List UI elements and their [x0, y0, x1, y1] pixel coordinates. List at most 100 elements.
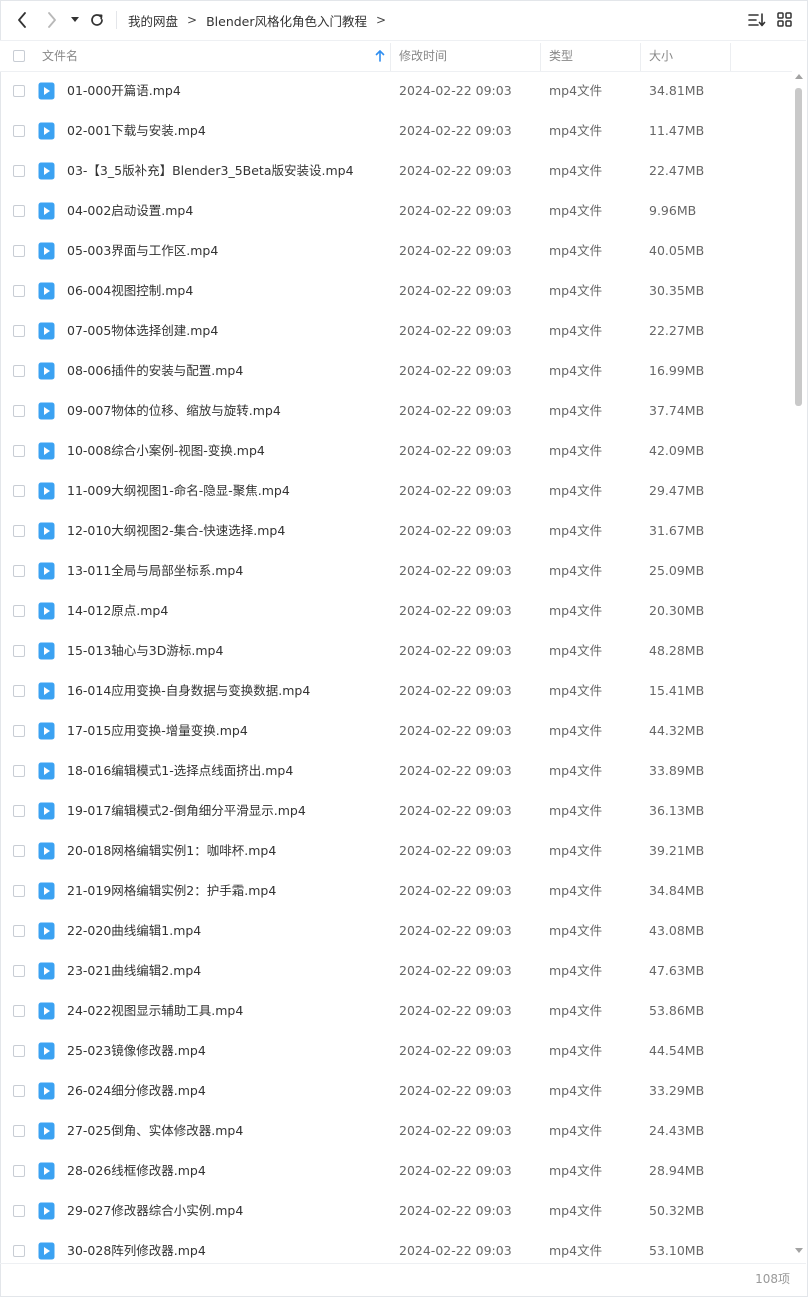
row-checkbox[interactable]	[13, 1205, 25, 1217]
column-divider[interactable]	[640, 43, 641, 71]
row-checkbox[interactable]	[13, 1125, 25, 1137]
file-row[interactable]: 28-026线框修改器.mp4 2024-02-22 09:03 mp4文件 28.9…	[0, 1151, 792, 1191]
file-row[interactable]: 06-004视图控制.mp4 2024-02-22 09:03 mp4文件 30.35…	[0, 271, 792, 311]
file-row[interactable]: 16-014应用变换-自身数据与变换数据.mp4 2024-02-22 09:03…	[0, 671, 792, 711]
row-checkbox[interactable]	[13, 1085, 25, 1097]
file-name[interactable]: 24-022视图显示辅助工具.mp4	[67, 991, 243, 1031]
scroll-up-arrow-icon[interactable]	[795, 74, 803, 80]
scrollbar-thumb[interactable]	[795, 88, 802, 406]
column-type[interactable]: 类型	[549, 41, 639, 71]
file-row[interactable]: 14-012原点.mp4 2024-02-22 09:03 mp4文件 20.30MB	[0, 591, 792, 631]
file-name[interactable]: 25-023镜像修改器.mp4	[67, 1031, 206, 1071]
breadcrumb-separator[interactable]: >	[376, 13, 386, 27]
sort-ascending-icon[interactable]	[375, 50, 385, 62]
row-checkbox[interactable]	[13, 725, 25, 737]
row-checkbox[interactable]	[13, 845, 25, 857]
grid-view-button[interactable]	[777, 12, 793, 30]
scroll-down-arrow-icon[interactable]	[795, 1248, 803, 1254]
file-name[interactable]: 13-011全局与局部坐标系.mp4	[67, 551, 243, 591]
file-name[interactable]: 28-026线框修改器.mp4	[67, 1151, 206, 1191]
file-row[interactable]: 10-008综合小案例-视图-变换.mp4 2024-02-22 09:03 mp4…	[0, 431, 792, 471]
column-divider[interactable]	[540, 43, 541, 71]
row-checkbox[interactable]	[13, 85, 25, 97]
row-checkbox[interactable]	[13, 485, 25, 497]
file-row[interactable]: 13-011全局与局部坐标系.mp4 2024-02-22 09:03 mp4文件 2…	[0, 551, 792, 591]
file-name[interactable]: 16-014应用变换-自身数据与变换数据.mp4	[67, 671, 310, 711]
file-name[interactable]: 10-008综合小案例-视图-变换.mp4	[67, 431, 265, 471]
file-name[interactable]: 21-019网格编辑实例2：护手霜.mp4	[67, 871, 276, 911]
file-row[interactable]: 21-019网格编辑实例2：护手霜.mp4 2024-02-22 09:03 mp4…	[0, 871, 792, 911]
row-checkbox[interactable]	[13, 165, 25, 177]
file-name[interactable]: 12-010大纲视图2-集合-快速选择.mp4	[67, 511, 285, 551]
file-row[interactable]: 24-022视图显示辅助工具.mp4 2024-02-22 09:03 mp4文件 5…	[0, 991, 792, 1031]
file-row[interactable]: 23-021曲线编辑2.mp4 2024-02-22 09:03 mp4文件 47.6…	[0, 951, 792, 991]
file-name[interactable]: 19-017编辑模式2-倒角细分平滑显示.mp4	[67, 791, 306, 831]
row-checkbox[interactable]	[13, 245, 25, 257]
row-checkbox[interactable]	[13, 1165, 25, 1177]
file-row[interactable]: 03-【3_5版补充】Blender3_5Beta版安装设.mp4 2024-02…	[0, 151, 792, 191]
row-checkbox[interactable]	[13, 805, 25, 817]
sort-options-button[interactable]	[748, 12, 766, 30]
column-divider[interactable]	[390, 43, 391, 71]
row-checkbox[interactable]	[13, 925, 25, 937]
file-row[interactable]: 27-025倒角、实体修改器.mp4 2024-02-22 09:03 mp4文件 2…	[0, 1111, 792, 1151]
file-row[interactable]: 05-003界面与工作区.mp4 2024-02-22 09:03 mp4文件 40.…	[0, 231, 792, 271]
file-name[interactable]: 09-007物体的位移、缩放与旋转.mp4	[67, 391, 281, 431]
column-modified[interactable]: 修改时间	[399, 41, 539, 71]
file-name[interactable]: 01-000开篇语.mp4	[67, 71, 181, 111]
row-checkbox[interactable]	[13, 885, 25, 897]
row-checkbox[interactable]	[13, 445, 25, 457]
row-checkbox[interactable]	[13, 365, 25, 377]
file-name[interactable]: 11-009大纲视图1-命名-隐显-聚焦.mp4	[67, 471, 290, 511]
refresh-button[interactable]	[88, 10, 106, 30]
row-checkbox[interactable]	[13, 565, 25, 577]
file-name[interactable]: 02-001下载与安装.mp4	[67, 111, 206, 151]
file-row[interactable]: 12-010大纲视图2-集合-快速选择.mp4 2024-02-22 09:03 m…	[0, 511, 792, 551]
file-row[interactable]: 09-007物体的位移、缩放与旋转.mp4 2024-02-22 09:03 mp4…	[0, 391, 792, 431]
breadcrumb-root[interactable]: 我的网盘	[128, 11, 178, 30]
file-row[interactable]: 15-013轴心与3D游标.mp4 2024-02-22 09:03 mp4文件 48…	[0, 631, 792, 671]
row-checkbox[interactable]	[13, 965, 25, 977]
forward-button[interactable]	[44, 10, 60, 30]
row-checkbox[interactable]	[13, 685, 25, 697]
row-checkbox[interactable]	[13, 1045, 25, 1057]
column-size[interactable]: 大小	[649, 41, 729, 71]
file-name[interactable]: 22-020曲线编辑1.mp4	[67, 911, 201, 951]
select-all-checkbox[interactable]	[13, 50, 25, 62]
column-divider[interactable]	[730, 43, 731, 71]
file-row[interactable]: 25-023镜像修改器.mp4 2024-02-22 09:03 mp4文件 44.5…	[0, 1031, 792, 1071]
row-checkbox[interactable]	[13, 645, 25, 657]
file-name[interactable]: 06-004视图控制.mp4	[67, 271, 193, 311]
file-name[interactable]: 07-005物体选择创建.mp4	[67, 311, 218, 351]
file-name[interactable]: 04-002启动设置.mp4	[67, 191, 193, 231]
row-checkbox[interactable]	[13, 125, 25, 137]
file-name[interactable]: 15-013轴心与3D游标.mp4	[67, 631, 223, 671]
breadcrumb-current[interactable]: Blender风格化角色入门教程	[206, 11, 367, 30]
row-checkbox[interactable]	[13, 205, 25, 217]
file-row[interactable]: 07-005物体选择创建.mp4 2024-02-22 09:03 mp4文件 22.…	[0, 311, 792, 351]
file-row[interactable]: 08-006插件的安装与配置.mp4 2024-02-22 09:03 mp4文件 1…	[0, 351, 792, 391]
file-row[interactable]: 18-016编辑模式1-选择点线面挤出.mp4 2024-02-22 09:03 m…	[0, 751, 792, 791]
file-name[interactable]: 27-025倒角、实体修改器.mp4	[67, 1111, 243, 1151]
back-button[interactable]	[14, 10, 30, 30]
history-dropdown-button[interactable]	[70, 10, 80, 30]
row-checkbox[interactable]	[13, 405, 25, 417]
row-checkbox[interactable]	[13, 765, 25, 777]
file-row[interactable]: 04-002启动设置.mp4 2024-02-22 09:03 mp4文件 9.96M…	[0, 191, 792, 231]
file-row[interactable]: 01-000开篇语.mp4 2024-02-22 09:03 mp4文件 34.81M…	[0, 71, 792, 111]
file-row[interactable]: 02-001下载与安装.mp4 2024-02-22 09:03 mp4文件 11.4…	[0, 111, 792, 151]
file-row[interactable]: 17-015应用变换-增量变换.mp4 2024-02-22 09:03 mp4文件…	[0, 711, 792, 751]
file-name[interactable]: 17-015应用变换-增量变换.mp4	[67, 711, 248, 751]
file-name[interactable]: 08-006插件的安装与配置.mp4	[67, 351, 243, 391]
row-checkbox[interactable]	[13, 285, 25, 297]
file-row[interactable]: 22-020曲线编辑1.mp4 2024-02-22 09:03 mp4文件 43.0…	[0, 911, 792, 951]
file-row[interactable]: 19-017编辑模式2-倒角细分平滑显示.mp4 2024-02-22 09:03…	[0, 791, 792, 831]
row-checkbox[interactable]	[13, 525, 25, 537]
file-name[interactable]: 29-027修改器综合小实例.mp4	[67, 1191, 243, 1231]
row-checkbox[interactable]	[13, 325, 25, 337]
file-row[interactable]: 26-024细分修改器.mp4 2024-02-22 09:03 mp4文件 33.2…	[0, 1071, 792, 1111]
file-name[interactable]: 20-018网格编辑实例1：咖啡杯.mp4	[67, 831, 276, 871]
file-row[interactable]: 11-009大纲视图1-命名-隐显-聚焦.mp4 2024-02-22 09:03…	[0, 471, 792, 511]
file-row[interactable]: 29-027修改器综合小实例.mp4 2024-02-22 09:03 mp4文件 5…	[0, 1191, 792, 1231]
file-row[interactable]: 20-018网格编辑实例1：咖啡杯.mp4 2024-02-22 09:03 mp4…	[0, 831, 792, 871]
